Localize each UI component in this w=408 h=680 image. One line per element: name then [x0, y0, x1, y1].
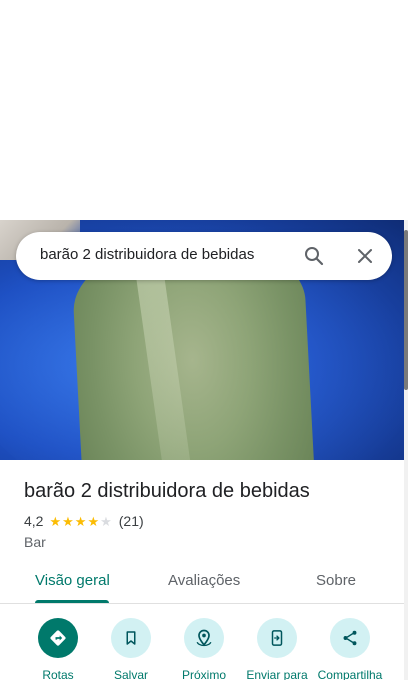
share-button-circle — [330, 618, 370, 658]
star-icon: ★ — [87, 513, 100, 529]
search-bar[interactable]: barão 2 distribuidora de bebidas — [16, 232, 392, 280]
action-bar: Rotas Salvar Próximo Enviar para Compart… — [0, 618, 404, 680]
tab-reviews[interactable]: Avaliações — [168, 572, 240, 589]
close-icon[interactable] — [353, 244, 377, 268]
save-button[interactable]: Salvar — [91, 618, 171, 680]
map-area-blank — [0, 0, 408, 220]
directions-button[interactable]: Rotas — [18, 618, 98, 680]
rating-stars: ★ ★ ★ ★ ★ — [49, 515, 112, 528]
send-to-phone-button[interactable]: Enviar para — [237, 618, 317, 680]
nearby-button[interactable]: Próximo — [164, 618, 244, 680]
star-empty-icon: ★ — [100, 513, 112, 529]
share-icon — [343, 630, 357, 646]
star-icon: ★ — [49, 513, 62, 529]
send-to-phone-icon — [271, 630, 283, 646]
save-label: Salvar — [113, 668, 148, 680]
tab-overview[interactable]: Visão geral — [35, 572, 110, 589]
share-button[interactable]: Compartilha — [310, 618, 390, 680]
directions-label: Rotas — [42, 668, 74, 680]
search-icon[interactable] — [302, 244, 326, 268]
rating-row[interactable]: 4,2 ★ ★ ★ ★ ★ (21) — [24, 512, 394, 530]
review-count[interactable]: (21) — [119, 513, 144, 529]
bookmark-icon — [126, 631, 136, 645]
place-info: barão 2 distribuidora de bebidas 4,2 ★ ★… — [24, 478, 394, 550]
search-input[interactable]: barão 2 distribuidora de bebidas — [40, 246, 254, 263]
directions-icon — [50, 630, 66, 646]
nearby-button-circle — [184, 618, 224, 658]
directions-button-circle — [38, 618, 78, 658]
send-to-phone-button-circle — [257, 618, 297, 658]
save-button-circle — [111, 618, 151, 658]
star-icon: ★ — [62, 513, 74, 529]
tab-bar: Visão geral Avaliações Sobre — [0, 562, 404, 604]
scrollbar-thumb[interactable] — [404, 230, 408, 390]
nearby-icon — [196, 629, 212, 647]
place-title: barão 2 distribuidora de bebidas — [24, 480, 310, 502]
tab-about[interactable]: Sobre — [316, 572, 356, 589]
share-label: Compartilha — [317, 668, 383, 680]
star-icon: ★ — [74, 513, 87, 529]
send-to-phone-label: Enviar para — [246, 668, 308, 680]
active-tab-indicator — [35, 600, 109, 603]
place-category[interactable]: Bar — [24, 534, 394, 550]
rating-value: 4,2 — [24, 513, 44, 529]
nearby-label: Próximo — [181, 668, 226, 680]
